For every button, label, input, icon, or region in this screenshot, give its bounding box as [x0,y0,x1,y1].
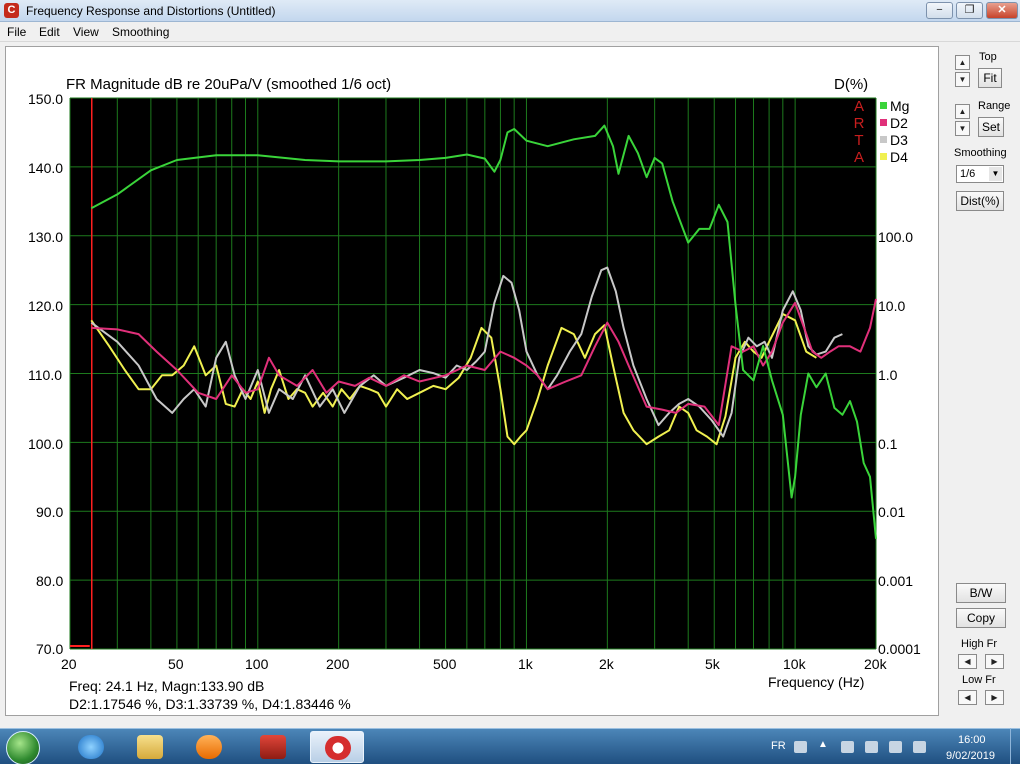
legend-swatch-d4 [880,153,887,160]
left-tick-130: 130.0 [28,229,64,245]
window-title: Frequency Response and Distortions (Unti… [26,4,276,18]
taskbar-arta[interactable] [310,731,364,763]
right-tick-0.1: 0.1 [878,436,898,452]
x-tick-200: 200 [326,656,350,672]
smoothing-select[interactable]: 1/6 ▼ [956,165,1004,183]
copy-button[interactable]: Copy [956,608,1006,628]
internet-explorer-icon [78,735,104,759]
frequency-response-chart[interactable]: ARTA MgD2D3D4 [69,97,909,650]
filezilla-icon [260,735,286,759]
arta-letter: T [854,132,863,149]
taskbar-file-explorer[interactable] [123,731,177,763]
x-tick-2k: 2k [599,656,614,672]
legend-label-mg: Mg [890,98,909,114]
range-up-arrow-button[interactable]: ▲ [955,104,970,119]
clock-time[interactable]: 16:00 [958,734,986,746]
x-tick-100: 100 [245,656,269,672]
x-tick-500: 500 [433,656,457,672]
menu-bar: File Edit View Smoothing [0,22,1020,42]
x-tick-20k: 20k [864,656,887,672]
right-tick-10: 10.0 [878,298,906,314]
left-tick-140: 140.0 [28,160,64,176]
x-axis-label: Frequency (Hz) [768,674,865,690]
arta-icon [325,736,351,760]
taskbar-internet-explorer[interactable] [64,731,118,763]
arta-watermark: ARTA [854,98,865,166]
bw-button[interactable]: B/W [956,583,1006,603]
maximize-button[interactable]: ❐ [956,2,983,19]
high-fr-left-button[interactable]: ◀ [958,654,977,669]
display-icon[interactable] [889,741,902,753]
media-player-icon [196,735,222,759]
high-fr-right-button[interactable]: ▶ [985,654,1004,669]
menu-smoothing[interactable]: Smoothing [112,25,169,39]
arta-app-icon[interactable]: C [4,3,19,18]
minimize-button[interactable]: − [926,2,953,19]
right-tick-0.001: 0.001 [878,573,914,589]
taskbar-media-player[interactable] [182,731,236,763]
cursor-readout-distortion: D2:1.17546 %, D3:1.33739 %, D4:1.83446 % [69,696,351,712]
legend-label-d2: D2 [890,115,908,131]
smoothing-value: 1/6 [960,168,976,180]
left-tick-120: 120.0 [28,298,64,314]
plot-title: FR Magnitude dB re 20uPa/V (smoothed 1/6… [66,76,392,93]
taskbar-filezilla[interactable] [246,731,300,763]
chevron-down-icon[interactable]: ▼ [989,167,1002,181]
top-down-arrow-button[interactable]: ▼ [955,72,970,87]
keyboard-icon[interactable] [794,741,807,753]
low-fr-right-button[interactable]: ▶ [985,690,1004,705]
right-tick-1: 1.0 [878,367,898,383]
dist-percent-button[interactable]: Dist(%) [956,191,1004,211]
right-axis-label: D(%) [834,76,869,93]
menu-file[interactable]: File [7,25,26,39]
clock-date[interactable]: 9/02/2019 [946,750,995,762]
legend-swatch-mg [880,102,887,109]
arta-letter: A [854,98,864,115]
left-tick-70: 70.0 [36,641,64,657]
legend-swatch-d3 [880,136,887,143]
x-tick-10k: 10k [783,656,806,672]
right-tick-0.0001: 0.0001 [878,641,921,657]
top-up-arrow-button[interactable]: ▲ [955,55,970,70]
range-label: Range [978,100,1011,112]
folder-icon [137,735,163,759]
right-tick-100: 100.0 [878,229,914,245]
title-bar: C Frequency Response and Distortions (Un… [0,0,1020,22]
menu-edit[interactable]: Edit [39,25,60,39]
show-desktop-button[interactable] [1010,728,1020,764]
left-tick-90: 90.0 [36,504,64,520]
fit-button[interactable]: Fit [978,68,1002,88]
action-center-icon[interactable] [865,741,878,753]
set-button[interactable]: Set [978,117,1004,137]
left-tick-80: 80.0 [36,573,64,589]
low-fr-label: Low Fr [962,674,996,686]
legend-label-d3: D3 [890,132,908,148]
legend-label-d4: D4 [890,149,908,165]
language-indicator[interactable]: FR [771,740,786,752]
low-fr-left-button[interactable]: ◀ [958,690,977,705]
close-button[interactable]: ✕ [986,2,1018,19]
menu-view[interactable]: View [73,25,99,39]
x-tick-5k: 5k [705,656,720,672]
high-fr-label: High Fr [961,638,998,650]
right-tick-0.01: 0.01 [878,504,906,520]
x-tick-1k: 1k [518,656,533,672]
x-tick-20: 20 [61,656,77,672]
arta-letter: R [854,115,865,132]
left-tick-100: 100.0 [28,436,64,452]
start-button[interactable] [6,731,40,764]
left-tick-110: 110.0 [28,367,62,383]
range-down-arrow-button[interactable]: ▼ [955,121,970,136]
left-tick-150: 150.0 [28,91,64,107]
show-hidden-icons-icon[interactable]: ▲ [818,739,831,751]
network-icon[interactable] [841,741,854,753]
volume-icon[interactable] [913,741,926,753]
smoothing-label: Smoothing [954,147,1007,159]
legend-swatch-d2 [880,119,887,126]
cursor-readout-magnitude: Freq: 24.1 Hz, Magn:133.90 dB [69,678,265,694]
top-label: Top [979,51,997,63]
x-tick-50: 50 [168,656,184,672]
arta-letter: A [854,149,864,166]
